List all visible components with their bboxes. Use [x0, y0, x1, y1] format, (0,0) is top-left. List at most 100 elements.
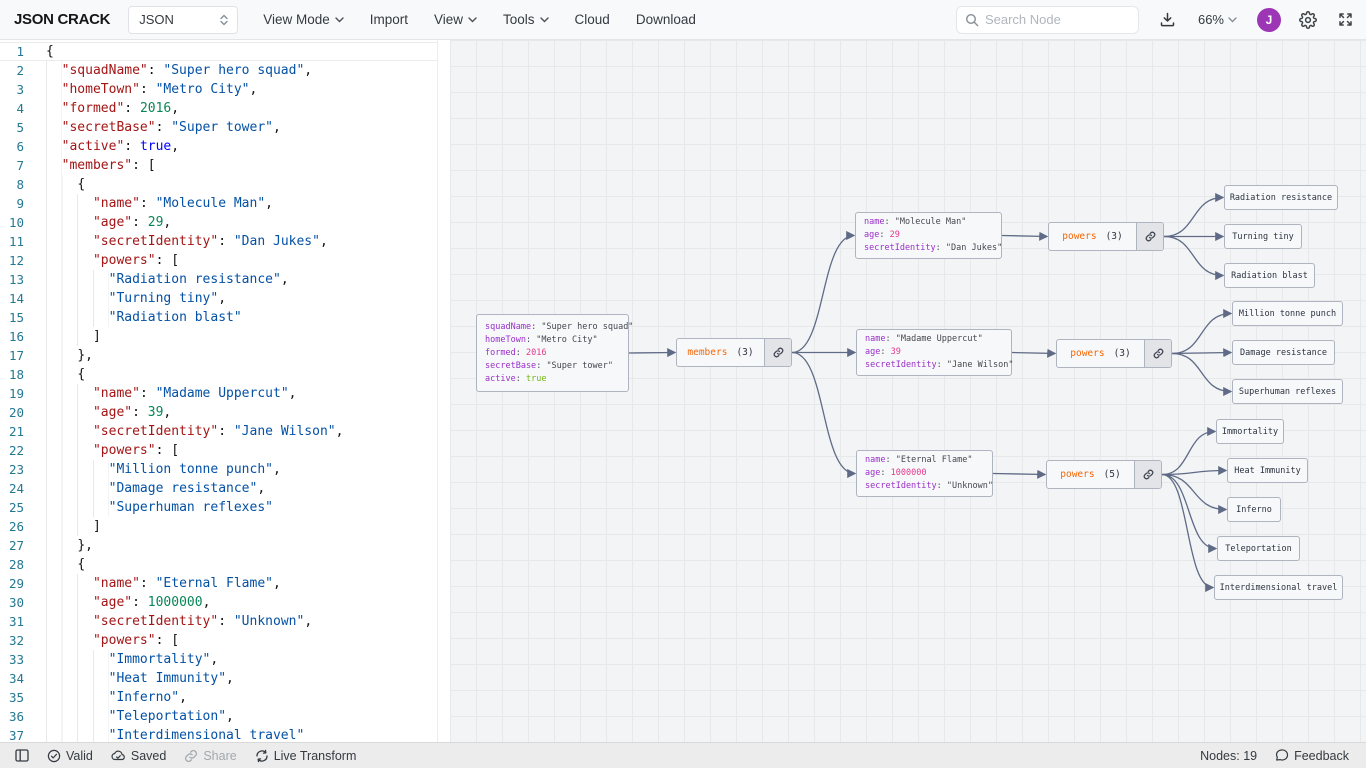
- editor-line[interactable]: 31 "secretIdentity": "Unknown",: [0, 612, 437, 631]
- search-node-box: [956, 6, 1139, 34]
- graph-node-l11[interactable]: Interdimensional travel: [1214, 575, 1343, 600]
- editor-line[interactable]: 25 "Superhuman reflexes": [0, 498, 437, 517]
- line-number: 30: [0, 593, 46, 612]
- menu-import[interactable]: Import: [357, 6, 421, 33]
- editor-line[interactable]: 23 "Million tonne punch",: [0, 460, 437, 479]
- graph-node-l1[interactable]: Radiation resistance: [1224, 185, 1338, 210]
- editor-line[interactable]: 34 "Heat Immunity",: [0, 669, 437, 688]
- graph-node-p2[interactable]: powers(3): [1056, 339, 1172, 368]
- graph-node-l5[interactable]: Damage resistance: [1232, 340, 1335, 365]
- leaf-node-text: Damage resistance: [1240, 348, 1327, 358]
- menu-download[interactable]: Download: [623, 6, 709, 33]
- menu-tools[interactable]: Tools: [490, 6, 562, 33]
- editor-line[interactable]: 18 {: [0, 365, 437, 384]
- link-icon: [184, 749, 198, 763]
- graph-node-l8[interactable]: Heat Immunity: [1227, 458, 1308, 483]
- graph-node-l4[interactable]: Million tonne punch: [1232, 301, 1343, 326]
- graph-node-l9[interactable]: Inferno: [1227, 497, 1281, 522]
- editor-line[interactable]: 6 "active": true,: [0, 137, 437, 156]
- code-text: "powers": [: [46, 441, 437, 460]
- editor-line[interactable]: 14 "Turning tiny",: [0, 289, 437, 308]
- editor-line[interactable]: 24 "Damage resistance",: [0, 479, 437, 498]
- editor-line[interactable]: 20 "age": 39,: [0, 403, 437, 422]
- search-node-input[interactable]: [985, 12, 1115, 27]
- editor-line[interactable]: 11 "secretIdentity": "Dan Jukes",: [0, 232, 437, 251]
- editor-line[interactable]: 30 "age": 1000000,: [0, 593, 437, 612]
- graph-canvas[interactable]: squadName: "Super hero squad"homeTown: "…: [450, 40, 1366, 742]
- code-text: "active": true,: [46, 137, 437, 156]
- collapse-link-icon[interactable]: [1134, 461, 1161, 488]
- editor-line[interactable]: 15 "Radiation blast": [0, 308, 437, 327]
- graph-node-m1[interactable]: name: "Molecule Man"age: 29secretIdentit…: [855, 212, 1002, 259]
- editor-scrollbar-gutter[interactable]: [437, 40, 438, 742]
- refresh-icon: [255, 749, 269, 763]
- editor-line[interactable]: 35 "Inferno",: [0, 688, 437, 707]
- editor-line[interactable]: 26 ]: [0, 517, 437, 536]
- editor-line[interactable]: 37 "Interdimensional travel": [0, 726, 437, 742]
- code-text: "age": 39,: [46, 403, 437, 422]
- editor-line[interactable]: 8 {: [0, 175, 437, 194]
- user-avatar[interactable]: J: [1257, 8, 1281, 32]
- editor-line[interactable]: 4 "formed": 2016,: [0, 99, 437, 118]
- graph-node-l2[interactable]: Turning tiny: [1224, 224, 1302, 249]
- editor-line[interactable]: 33 "Immortality",: [0, 650, 437, 669]
- menu-cloud[interactable]: Cloud: [562, 6, 623, 33]
- saved-status[interactable]: Saved: [102, 749, 175, 763]
- graph-node-l3[interactable]: Radiation blast: [1224, 263, 1315, 288]
- graph-node-m2[interactable]: name: "Madame Uppercut"age: 39secretIden…: [856, 329, 1012, 376]
- graph-node-l7[interactable]: Immortality: [1216, 419, 1284, 444]
- editor-line[interactable]: 36 "Teleportation",: [0, 707, 437, 726]
- zoom-level-value: 66%: [1198, 12, 1224, 27]
- fullscreen-button[interactable]: [1331, 5, 1360, 34]
- leaf-node-text: Turning tiny: [1232, 232, 1293, 242]
- collapse-link-icon[interactable]: [764, 339, 791, 366]
- graph-node-l10[interactable]: Teleportation: [1217, 536, 1300, 561]
- zoom-level-dropdown[interactable]: 66%: [1190, 6, 1245, 33]
- node-row: squadName: "Super hero squad": [485, 321, 620, 334]
- graph-node-m3[interactable]: name: "Eternal Flame"age: 1000000secretI…: [856, 450, 993, 497]
- download-image-button[interactable]: [1153, 5, 1182, 34]
- editor-line[interactable]: 2 "squadName": "Super hero squad",: [0, 61, 437, 80]
- array-node-key: powers: [1070, 348, 1104, 359]
- editor-line[interactable]: 12 "powers": [: [0, 251, 437, 270]
- menu-view-mode[interactable]: View Mode: [250, 6, 357, 33]
- share-button[interactable]: Share: [175, 749, 245, 763]
- line-number: 9: [0, 194, 46, 213]
- editor-line[interactable]: 13 "Radiation resistance",: [0, 270, 437, 289]
- editor-line[interactable]: 1{: [0, 42, 437, 61]
- editor-line[interactable]: 19 "name": "Madame Uppercut",: [0, 384, 437, 403]
- collapse-link-icon[interactable]: [1136, 223, 1163, 250]
- feedback-button[interactable]: Feedback: [1266, 749, 1358, 763]
- json-editor-panel[interactable]: 1{2 "squadName": "Super hero squad",3 "h…: [0, 40, 450, 742]
- live-transform-toggle[interactable]: Live Transform: [246, 749, 366, 763]
- collapse-link-icon[interactable]: [1144, 340, 1171, 367]
- editor-line[interactable]: 17 },: [0, 346, 437, 365]
- editor-line[interactable]: 7 "members": [: [0, 156, 437, 175]
- nodes-count: Nodes: 19: [1191, 749, 1266, 763]
- editor-line[interactable]: 27 },: [0, 536, 437, 555]
- settings-button[interactable]: [1293, 5, 1323, 35]
- editor-line[interactable]: 22 "powers": [: [0, 441, 437, 460]
- editor-line[interactable]: 16 ]: [0, 327, 437, 346]
- editor-line[interactable]: 9 "name": "Molecule Man",: [0, 194, 437, 213]
- code-text: "Interdimensional travel": [46, 726, 437, 742]
- editor-line[interactable]: 28 {: [0, 555, 437, 574]
- format-select[interactable]: JSON: [128, 6, 238, 34]
- graph-node-members[interactable]: members(3): [676, 338, 792, 367]
- editor-line[interactable]: 3 "homeTown": "Metro City",: [0, 80, 437, 99]
- code-text: "powers": [: [46, 251, 437, 270]
- graph-node-p3[interactable]: powers(5): [1046, 460, 1162, 489]
- code-text: {: [46, 43, 437, 60]
- graph-node-p1[interactable]: powers(3): [1048, 222, 1164, 251]
- editor-line[interactable]: 5 "secretBase": "Super tower",: [0, 118, 437, 137]
- graph-node-l6[interactable]: Superhuman reflexes: [1232, 379, 1343, 404]
- editor-line[interactable]: 32 "powers": [: [0, 631, 437, 650]
- node-row: secretIdentity: "Unknown": [865, 480, 984, 493]
- editor-line[interactable]: 29 "name": "Eternal Flame",: [0, 574, 437, 593]
- toggle-editor-panel-button[interactable]: [6, 749, 38, 762]
- valid-status: Valid: [38, 749, 102, 763]
- menu-view[interactable]: View: [421, 6, 490, 33]
- editor-line[interactable]: 21 "secretIdentity": "Jane Wilson",: [0, 422, 437, 441]
- graph-node-root[interactable]: squadName: "Super hero squad"homeTown: "…: [476, 314, 629, 392]
- editor-line[interactable]: 10 "age": 29,: [0, 213, 437, 232]
